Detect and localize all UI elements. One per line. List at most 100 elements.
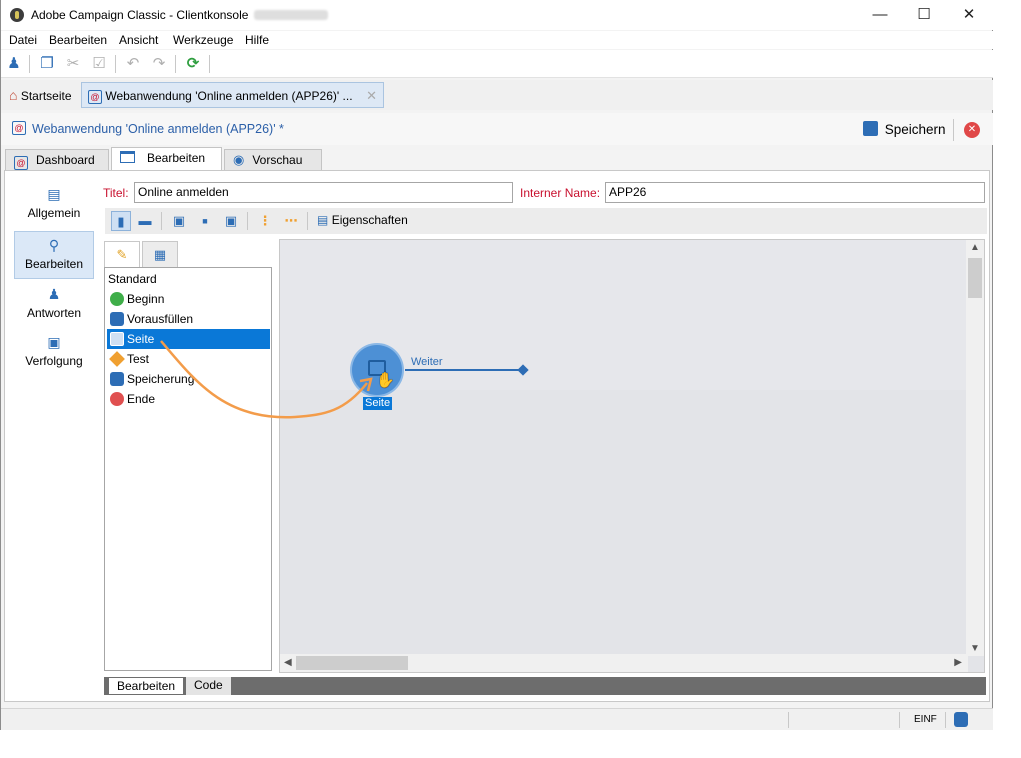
toolbar-separator bbox=[115, 55, 116, 73]
new-user-icon[interactable]: ♟ bbox=[4, 54, 24, 74]
scroll-down-icon[interactable]: ▼ bbox=[970, 643, 980, 654]
nav-antworten[interactable]: ♟ Antworten bbox=[14, 281, 94, 329]
bottom-tab-bearbeiten[interactable]: Bearbeiten bbox=[108, 677, 185, 695]
toolbar-separator bbox=[29, 55, 30, 73]
title-field[interactable]: Online anmelden bbox=[134, 182, 513, 203]
palette-item-label: Ende bbox=[127, 392, 156, 406]
editor-mode-tabs: @ Dashboard Bearbeiten ◉ Vorschau bbox=[1, 147, 993, 171]
nav-antworten-label: Antworten bbox=[26, 306, 82, 320]
zoom-fit-icon[interactable]: ▣ bbox=[169, 211, 189, 231]
palette-header: Standard bbox=[108, 272, 157, 286]
palette-item-label: Seite bbox=[127, 332, 155, 346]
maximize-button[interactable]: ☐ bbox=[909, 4, 939, 26]
clipboard-icon: ▤ bbox=[47, 186, 61, 202]
status-bar: EINF bbox=[1, 708, 993, 730]
title-label: Titel: bbox=[103, 186, 129, 200]
menu-hilfe[interactable]: Hilfe bbox=[245, 33, 269, 47]
close-document-button[interactable]: ✕ bbox=[964, 122, 980, 138]
insert-mode-indicator: EINF bbox=[914, 714, 937, 725]
save-icon bbox=[863, 121, 878, 136]
title-bar: Adobe Campaign Classic - Clientkonsole —… bbox=[1, 0, 993, 30]
close-tab-icon[interactable]: ✕ bbox=[366, 83, 377, 109]
tab-bearbeiten[interactable]: Bearbeiten bbox=[111, 147, 222, 171]
scroll-up-icon[interactable]: ▲ bbox=[970, 242, 980, 253]
close-window-button[interactable]: ✕ bbox=[954, 4, 984, 26]
home-icon: ⌂ bbox=[9, 87, 18, 103]
horizontal-dots-icon[interactable]: ⋯ bbox=[281, 211, 301, 231]
toolbar-separator bbox=[175, 55, 176, 73]
tab-bearbeiten-label: Bearbeiten bbox=[147, 151, 206, 165]
edit-page-icon: ⚲ bbox=[48, 237, 60, 253]
redo-icon[interactable]: ↷ bbox=[149, 54, 169, 74]
properties-button[interactable]: ▤ Eigenschaften bbox=[317, 213, 408, 227]
vertical-scrollbar[interactable]: ▲ ▼ bbox=[966, 240, 984, 656]
status-separator bbox=[788, 712, 789, 728]
refresh-icon[interactable]: ⟳ bbox=[183, 54, 203, 74]
nav-verfolgung[interactable]: ▣ Verfolgung bbox=[14, 329, 94, 377]
stop-icon bbox=[110, 392, 124, 406]
page-icon bbox=[110, 332, 124, 346]
paste-icon[interactable]: ☑ bbox=[89, 54, 109, 74]
zoom-normal-icon[interactable]: ■ bbox=[195, 211, 215, 231]
status-separator bbox=[945, 712, 946, 728]
tab-startseite-label: Startseite bbox=[20, 89, 72, 103]
tree-icon: ▦ bbox=[153, 247, 167, 262]
bottom-tab-code[interactable]: Code bbox=[186, 677, 231, 695]
palette-tabs: ✎ ▦ bbox=[104, 241, 184, 267]
scroll-left-icon[interactable]: ◀ bbox=[284, 657, 292, 668]
vertical-dots-icon[interactable]: ⋮ bbox=[255, 211, 275, 231]
side-navigation: ▤ Allgemein ⚲ Bearbeiten ♟ Antworten ▣ V… bbox=[5, 171, 100, 701]
tab-vorschau-label: Vorschau bbox=[252, 153, 303, 167]
play-icon bbox=[110, 292, 124, 306]
palette-tab-tree[interactable]: ▦ bbox=[142, 241, 178, 267]
layout-horizontal-icon[interactable]: ▬ bbox=[135, 211, 155, 231]
blurred-username bbox=[254, 10, 329, 20]
menu-datei[interactable]: Datei bbox=[9, 33, 37, 47]
drag-arrow bbox=[160, 340, 373, 419]
zoom-extend-icon[interactable]: ▣ bbox=[221, 211, 241, 231]
horizontal-scroll-thumb[interactable] bbox=[296, 656, 408, 670]
horizontal-scrollbar[interactable]: ◀ ▶ bbox=[280, 654, 968, 672]
save-button[interactable]: Speichern bbox=[863, 119, 946, 141]
tab-webanwendung-label: Webanwendung 'Online anmelden (APP26)' .… bbox=[105, 89, 353, 103]
database-status-icon[interactable] bbox=[954, 712, 968, 727]
save-label: Speichern bbox=[884, 122, 946, 137]
palette-item-beginn[interactable]: Beginn bbox=[107, 289, 270, 309]
tab-dashboard[interactable]: @ Dashboard bbox=[5, 149, 109, 171]
diamond-icon bbox=[109, 351, 125, 367]
copy-icon[interactable]: ❐ bbox=[37, 54, 57, 74]
undo-icon[interactable]: ↶ bbox=[123, 54, 143, 74]
nav-bearbeiten[interactable]: ⚲ Bearbeiten bbox=[14, 231, 94, 279]
nav-allgemein-label: Allgemein bbox=[27, 206, 81, 220]
palette-tab-activities[interactable]: ✎ bbox=[104, 241, 140, 267]
scroll-right-icon[interactable]: ▶ bbox=[954, 657, 962, 668]
eye-icon: ◉ bbox=[233, 152, 245, 167]
document-header: @ Webanwendung 'Online anmelden (APP26)'… bbox=[1, 113, 993, 145]
properties-icon: ▤ bbox=[317, 213, 329, 227]
webapp-icon: @ bbox=[88, 90, 102, 104]
window-title-text: Adobe Campaign Classic - Clientkonsole bbox=[31, 8, 249, 22]
menu-bar: Datei Bearbeiten Ansicht Werkzeuge Hilfe bbox=[1, 31, 993, 49]
menu-bearbeiten[interactable]: Bearbeiten bbox=[49, 33, 107, 47]
internal-name-field[interactable]: APP26 bbox=[605, 182, 985, 203]
tab-startseite[interactable]: ⌂ Startseite bbox=[3, 82, 78, 108]
layout-vertical-icon[interactable]: ▮ bbox=[111, 211, 131, 231]
cut-icon[interactable]: ✂ bbox=[63, 54, 83, 74]
app-logo-icon bbox=[10, 8, 24, 22]
status-separator bbox=[899, 712, 900, 728]
tab-webanwendung[interactable]: @ Webanwendung 'Online anmelden (APP26)'… bbox=[81, 82, 384, 108]
webapp-header-icon: @ bbox=[12, 121, 26, 135]
menu-werkzeuge[interactable]: Werkzeuge bbox=[173, 33, 233, 47]
palette-item-label: Test bbox=[127, 352, 150, 366]
menu-ansicht[interactable]: Ansicht bbox=[119, 33, 158, 47]
database-save-icon bbox=[110, 372, 124, 386]
properties-label: Eigenschaften bbox=[331, 213, 408, 227]
minimize-button[interactable]: — bbox=[865, 4, 895, 26]
vertical-scroll-thumb[interactable] bbox=[968, 258, 982, 298]
tab-vorschau[interactable]: ◉ Vorschau bbox=[224, 149, 322, 171]
workflow-canvas[interactable]: ▲ ▼ ◀ ▶ ✋ Seite Weiter bbox=[279, 239, 985, 673]
bottom-tabs: Bearbeiten Code bbox=[104, 677, 986, 695]
toolbar-separator bbox=[161, 212, 162, 230]
nav-allgemein[interactable]: ▤ Allgemein bbox=[14, 181, 94, 229]
app-window: Adobe Campaign Classic - Clientkonsole —… bbox=[0, 0, 993, 730]
